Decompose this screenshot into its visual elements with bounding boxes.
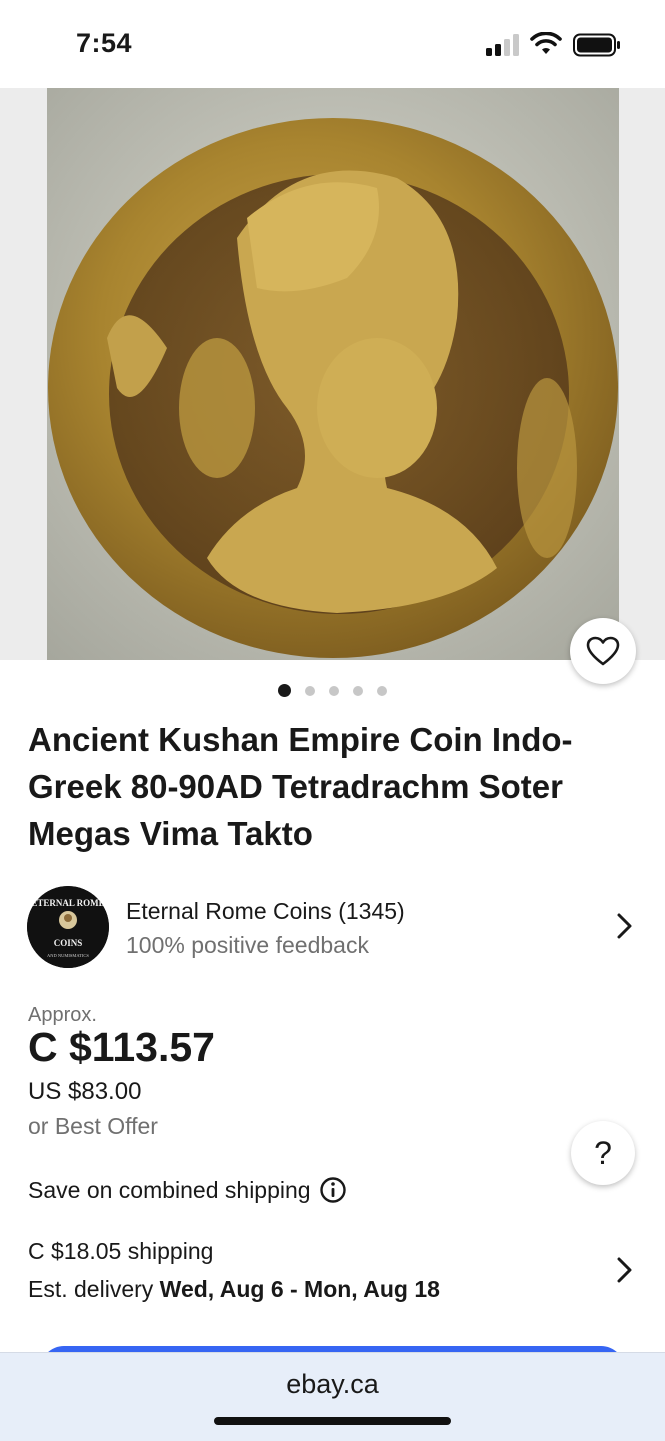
seller-name: Eternal Rome Coins (1345) [126,898,405,924]
home-indicator[interactable] [214,1417,451,1425]
pagination-dot[interactable] [329,685,339,696]
chevron-right-icon [617,1257,632,1283]
url-text[interactable]: ebay.ca [0,1369,665,1400]
shipping-cost: C $18.05 shipping [28,1238,214,1264]
add-to-watchlist-button[interactable] [570,618,636,684]
status-time: 7:54 [76,28,133,58]
info-icon[interactable] [319,1176,347,1204]
estimated-delivery-dates: Wed, Aug 6 - Mon, Aug 18 [159,1276,440,1302]
signal-icon [486,34,519,56]
seller-logo-text-top: ETERNAL ROME [31,898,104,908]
question-mark-icon: ? [594,1134,612,1171]
product-image-carousel[interactable] [0,88,665,660]
battery-icon [573,33,620,57]
combined-shipping-label: Save on combined shipping [28,1176,311,1203]
estimated-delivery: Est. delivery Wed, Aug 6 - Mon, Aug 18 [28,1276,440,1303]
seller-avatar: ETERNAL ROME COINS AND NUMISMATICS [27,886,109,968]
seller-logo-text-bottom: AND NUMISMATICS [47,953,89,958]
combined-shipping[interactable]: Save on combined shipping [28,1176,347,1204]
seller-info-row[interactable]: ETERNAL ROME COINS AND NUMISMATICS Etern… [0,884,665,968]
pagination-dot-active[interactable] [278,684,291,697]
pagination-dot[interactable] [305,685,315,696]
price-original: US $83.00 [28,1078,142,1105]
status-bar: 7:54 [0,0,665,88]
product-image [47,88,619,660]
seller-feedback: 100% positive feedback [126,932,369,958]
product-title: Ancient Kushan Empire Coin Indo-Greek 80… [28,721,573,852]
wifi-icon [530,32,562,54]
shipping-row[interactable]: C $18.05 shipping Est. delivery Wed, Aug… [0,1236,665,1308]
price-converted: C $113.57 [28,1024,215,1070]
browser-address-bar[interactable]: ebay.ca [0,1352,665,1441]
pagination-dot[interactable] [377,685,387,696]
help-button[interactable]: ? [571,1121,635,1185]
best-offer-label: or Best Offer [28,1113,158,1139]
pagination-dot[interactable] [353,685,363,696]
heart-icon [586,636,620,666]
seller-logo-text-mid: COINS [54,938,83,948]
chevron-right-icon [617,913,632,939]
image-pagination-dots [0,684,665,697]
estimated-delivery-label: Est. delivery [28,1276,160,1302]
